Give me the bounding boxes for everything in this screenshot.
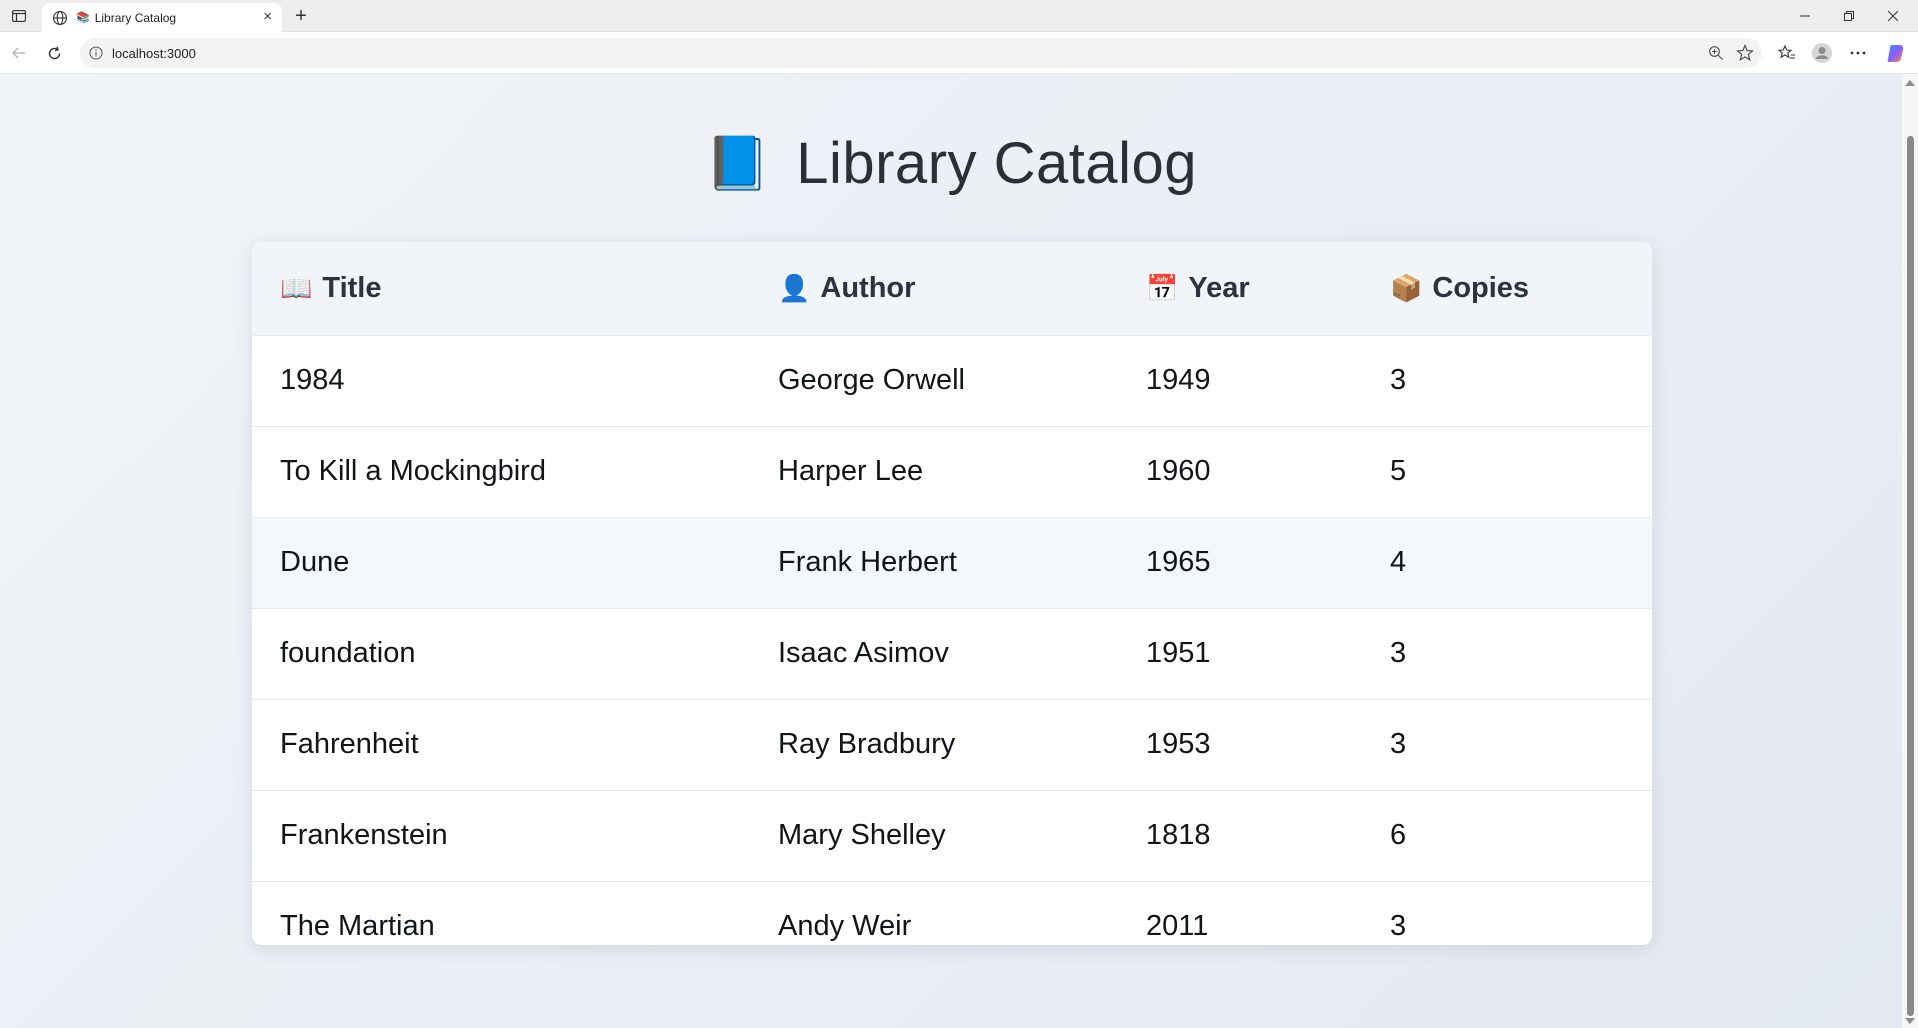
more-menu-icon[interactable] <box>1846 42 1870 64</box>
calendar-icon: 📅 <box>1146 272 1179 303</box>
books-favicon-icon: 📚 <box>76 12 90 24</box>
cell-year: 1951 <box>1146 637 1211 669</box>
catalog-card: 📖 Title 👤 Author 📅 Year 📦 Copies 1984 George… <box>252 242 1652 945</box>
page-title-text: Library Catalog <box>796 131 1198 196</box>
cell-author: Isaac Asimov <box>778 637 949 669</box>
copilot-icon[interactable] <box>1884 42 1908 64</box>
cell-title: Fahrenheit <box>280 728 419 760</box>
header-title-label: Title <box>322 271 382 304</box>
cell-author: Mary Shelley <box>778 819 946 851</box>
minimize-icon[interactable] <box>1782 0 1828 32</box>
cell-title: Frankenstein <box>280 819 448 851</box>
blue-book-icon: 📘 <box>704 135 771 193</box>
url-bar[interactable]: localhost:3000 <box>80 38 1762 68</box>
cell-copies: 3 <box>1390 728 1407 760</box>
scroll-down-arrow-icon[interactable] <box>1905 1018 1915 1024</box>
new-tab-button[interactable]: + <box>288 4 314 28</box>
cell-copies: 6 <box>1390 819 1407 851</box>
person-icon: 👤 <box>778 272 811 303</box>
table-row: Fahrenheit Ray Bradbury 1953 3 <box>252 699 1652 790</box>
table-row-hovered: Dune Frank Herbert 1965 4 <box>252 517 1652 608</box>
page-title: 📘 Library Catalog <box>0 130 1902 197</box>
scroll-thumb[interactable] <box>1907 136 1914 1016</box>
favorite-star-icon[interactable] <box>1736 44 1754 65</box>
favorites-icon[interactable] <box>1775 42 1799 64</box>
cell-year: 2011 <box>1146 910 1209 943</box>
close-window-icon[interactable] <box>1870 0 1916 32</box>
cell-year: 1949 <box>1146 364 1211 396</box>
cell-title: The Martian <box>280 910 435 943</box>
url-text: localhost:3000 <box>112 45 196 61</box>
package-icon: 📦 <box>1390 272 1423 303</box>
page-viewport: 📘 Library Catalog 📖 Title 👤 Author 📅 Year 📦… <box>0 74 1902 1028</box>
open-book-icon: 📖 <box>280 272 313 303</box>
cell-title: foundation <box>280 637 416 669</box>
restore-icon[interactable] <box>1826 0 1872 32</box>
tab-title: Library Catalog <box>94 10 177 25</box>
table-row: foundation Isaac Asimov 1951 3 <box>252 608 1652 699</box>
table-row: Frankenstein Mary Shelley 1818 6 <box>252 790 1652 881</box>
cell-author: Harper Lee <box>778 455 924 487</box>
cell-copies: 3 <box>1390 637 1407 669</box>
zoom-icon[interactable] <box>1708 45 1724 64</box>
tab-actions-icon[interactable] <box>6 5 32 27</box>
cell-title: To Kill a Mockingbird <box>280 455 546 487</box>
cell-author: Frank Herbert <box>778 546 957 578</box>
cell-copies: 5 <box>1390 455 1407 487</box>
table-row: To Kill a Mockingbird Harper Lee 1960 5 <box>252 426 1652 517</box>
cell-year: 1965 <box>1146 546 1211 578</box>
cell-author: George Orwell <box>778 364 965 396</box>
cell-author: Andy Weir <box>778 910 912 943</box>
cell-copies: 4 <box>1390 546 1407 578</box>
header-copies: 📦 Copies <box>1362 242 1652 335</box>
profile-avatar-icon[interactable] <box>1810 42 1834 64</box>
vertical-scrollbar[interactable] <box>1902 74 1918 1028</box>
back-icon[interactable] <box>8 42 30 64</box>
table-header-row: 📖 Title 👤 Author 📅 Year 📦 Copies <box>252 242 1652 335</box>
site-info-icon[interactable] <box>88 45 104 61</box>
header-author: 👤 Author <box>750 242 1118 335</box>
scroll-up-arrow-icon[interactable] <box>1905 80 1915 86</box>
header-year: 📅 Year <box>1118 242 1362 335</box>
header-year-label: Year <box>1188 271 1250 304</box>
table-row: 1984 George Orwell 1949 3 <box>252 335 1652 426</box>
tab-strip: 📚 Library Catalog × + <box>0 0 1918 32</box>
catalog-table: 📖 Title 👤 Author 📅 Year 📦 Copies 1984 George… <box>252 242 1652 945</box>
cell-copies: 3 <box>1390 364 1407 396</box>
tab-close-icon[interactable]: × <box>263 9 272 25</box>
table-row: The Martian Andy Weir 2011 3 <box>252 881 1652 945</box>
cell-year: 1960 <box>1146 455 1211 487</box>
reload-icon[interactable] <box>43 42 65 64</box>
globe-icon <box>52 10 68 26</box>
header-title: 📖 Title <box>252 242 750 335</box>
cell-year: 1953 <box>1146 728 1211 760</box>
address-toolbar: localhost:3000 <box>0 32 1918 74</box>
header-author-label: Author <box>820 271 916 304</box>
cell-title: 1984 <box>280 364 345 396</box>
cell-title: Dune <box>280 546 350 578</box>
cell-copies: 3 <box>1390 910 1407 943</box>
header-copies-label: Copies <box>1432 271 1530 304</box>
cell-author: Ray Bradbury <box>778 728 956 760</box>
browser-tab[interactable]: 📚 Library Catalog × <box>42 3 282 32</box>
cell-year: 1818 <box>1146 819 1211 851</box>
